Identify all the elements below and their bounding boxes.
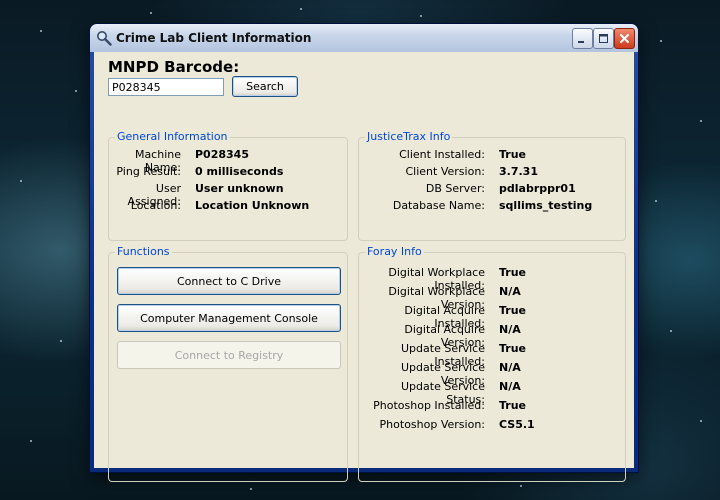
client-installed-label: Client Installed: bbox=[399, 148, 485, 161]
general-info-title: General Information bbox=[115, 130, 230, 143]
window-title: Crime Lab Client Information bbox=[116, 31, 312, 45]
barcode-label: MNPD Barcode: bbox=[108, 58, 240, 76]
app-window: Crime Lab Client Information MNPD Barcod… bbox=[90, 24, 638, 482]
db-server-label: DB Server: bbox=[425, 182, 485, 195]
close-icon bbox=[620, 34, 629, 43]
client-installed-value: True bbox=[499, 148, 527, 161]
database-name-label: Database Name: bbox=[392, 199, 485, 212]
maximize-icon bbox=[599, 34, 608, 43]
window-client-area: MNPD Barcode: Search General Information… bbox=[94, 52, 634, 482]
connect-c-drive-button[interactable]: Connect to C Drive bbox=[117, 267, 341, 295]
db-server-value: pdlabrppr01 bbox=[499, 182, 576, 195]
connect-registry-button[interactable]: Connect to Registry bbox=[117, 341, 341, 369]
barcode-input[interactable] bbox=[108, 78, 224, 96]
minimize-button[interactable] bbox=[572, 28, 593, 49]
justicetrax-info-title: JusticeTrax Info bbox=[365, 130, 453, 143]
maximize-button[interactable] bbox=[593, 28, 614, 49]
foray-info-group: Foray Info Digital Workplace Installed: … bbox=[358, 245, 626, 482]
foray-value: N/A bbox=[499, 323, 521, 336]
foray-label: Photoshop Version: bbox=[379, 418, 485, 431]
foray-value: N/A bbox=[499, 361, 521, 374]
foray-label: Photoshop Installed: bbox=[373, 399, 485, 412]
foray-value: N/A bbox=[499, 285, 521, 298]
ping-result-label: Ping Result: bbox=[116, 165, 181, 178]
location-value: Location Unknown bbox=[195, 199, 310, 212]
close-button[interactable] bbox=[614, 28, 635, 49]
database-name-value: sqllims_testing bbox=[499, 199, 593, 212]
foray-info-title: Foray Info bbox=[365, 245, 424, 258]
functions-group: Functions Connect to C Drive Computer Ma… bbox=[108, 245, 348, 482]
ping-result-value: 0 milliseconds bbox=[195, 165, 284, 178]
magnifier-icon bbox=[97, 31, 112, 46]
foray-value: True bbox=[499, 399, 527, 412]
general-info-group: General Information Machine Name: P02834… bbox=[108, 130, 348, 241]
justicetrax-info-group: JusticeTrax Info Client Installed: True … bbox=[358, 130, 626, 241]
search-button[interactable]: Search bbox=[232, 76, 298, 97]
client-version-value: 3.7.31 bbox=[499, 165, 538, 178]
foray-value: CS5.1 bbox=[499, 418, 535, 431]
foray-value: True bbox=[499, 304, 527, 317]
user-assigned-value: User unknown bbox=[195, 182, 284, 195]
machine-name-value: P028345 bbox=[195, 148, 249, 161]
location-label: Location: bbox=[130, 199, 181, 212]
minimize-icon bbox=[578, 41, 584, 43]
computer-management-console-button[interactable]: Computer Management Console bbox=[117, 304, 341, 332]
title-bar[interactable]: Crime Lab Client Information bbox=[90, 24, 638, 52]
client-version-label: Client Version: bbox=[405, 165, 486, 178]
foray-value: N/A bbox=[499, 380, 521, 393]
foray-value: True bbox=[499, 266, 527, 279]
foray-value: True bbox=[499, 342, 527, 355]
functions-title: Functions bbox=[115, 245, 172, 258]
